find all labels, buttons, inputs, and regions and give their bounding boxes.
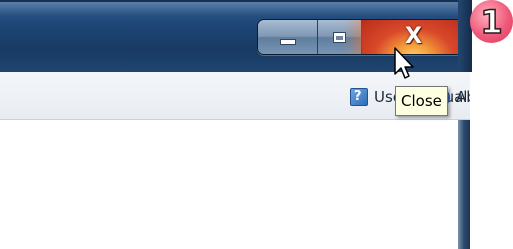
about-label: About <box>456 88 470 106</box>
tooltip-text: Close <box>401 92 442 110</box>
window-frame-right <box>458 120 470 249</box>
close-icon: X <box>405 24 422 49</box>
maximize-button[interactable] <box>318 20 362 54</box>
window-controls: X <box>258 20 465 54</box>
maximize-icon <box>333 31 346 43</box>
minimize-icon <box>279 39 296 45</box>
window-frame-edge <box>458 0 472 72</box>
minimize-button[interactable] <box>258 20 318 54</box>
help-book-icon <box>350 88 368 106</box>
mouse-cursor-icon <box>394 47 414 79</box>
close-tooltip: Close <box>395 86 448 116</box>
application-window: X User Manual i About <box>0 0 470 249</box>
badge-number: 1 <box>480 2 504 41</box>
title-bar-sheen <box>0 2 470 16</box>
main-content-area <box>0 120 459 249</box>
step-number-badge: 1 <box>470 0 513 43</box>
